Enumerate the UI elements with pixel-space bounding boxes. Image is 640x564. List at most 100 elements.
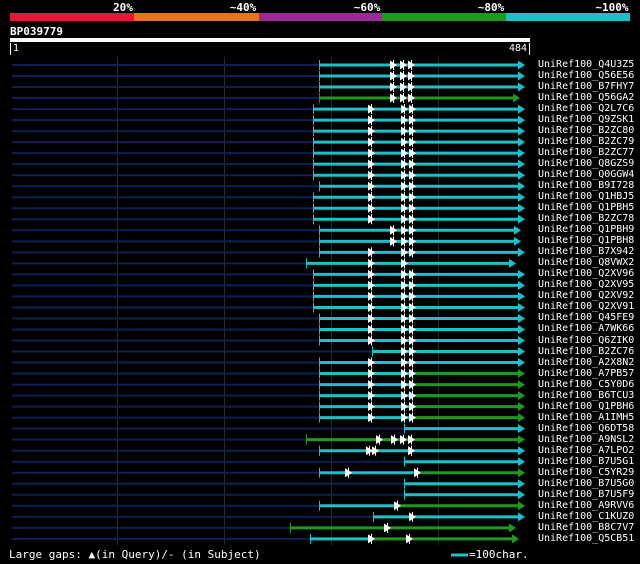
alignment-end-arrow [518, 424, 525, 434]
hit-name-link[interactable]: UniRef100_A7LPO2 [538, 445, 634, 456]
hit-name-link[interactable]: UniRef100_Q1HBJ5 [538, 191, 634, 202]
alignment-end-arrow [518, 148, 525, 158]
alignment-end-arrow [518, 291, 525, 301]
alignment-end-arrow [518, 71, 525, 81]
hit-row [12, 269, 525, 280]
hit-name-link[interactable]: UniRef100_Q2L7C6 [538, 103, 634, 114]
alignment-end-arrow [518, 435, 525, 445]
hit-name-link[interactable]: UniRef100_A7PB57 [538, 368, 634, 379]
hit-name-link[interactable]: UniRef100_Q8GZS9 [538, 158, 634, 169]
alignment-end-arrow [518, 313, 525, 323]
hit-row [12, 291, 525, 302]
hit-row [12, 445, 525, 456]
query-axis [10, 38, 530, 55]
hit-name-link[interactable]: UniRef100_Q2XV91 [538, 301, 634, 312]
hit-row [12, 379, 525, 390]
hit-name-link[interactable]: UniRef100_Q4U3Z5 [538, 59, 634, 70]
hit-name-link[interactable]: UniRef100_Q8VWX2 [538, 257, 634, 268]
hit-name-link[interactable]: UniRef100_Q1PBH6 [538, 401, 634, 412]
hit-name-link[interactable]: UniRef100_Q1PBH5 [538, 202, 634, 213]
alignment-end-arrow [518, 137, 525, 147]
hit-row [12, 489, 525, 500]
hit-row [12, 357, 525, 368]
alignment-end-arrow [518, 203, 525, 213]
hit-name-link[interactable]: UniRef100_B2ZC76 [538, 346, 634, 357]
hit-name-link[interactable]: UniRef100_Q56GA2 [538, 92, 634, 103]
hit-name-link[interactable]: UniRef100_Q1PBH9 [538, 224, 634, 235]
hit-row [12, 159, 525, 170]
hit-name-link[interactable]: UniRef100_A2X8N2 [538, 357, 634, 368]
hit-row [12, 401, 525, 412]
alignment-end-arrow [518, 181, 525, 191]
hit-name-link[interactable]: UniRef100_C5Y0D6 [538, 379, 634, 390]
alignment-end-arrow [518, 126, 525, 136]
alignment-end-arrow [518, 501, 525, 511]
alignment-end-arrow [518, 336, 525, 345]
hit-name-link[interactable]: UniRef100_Q6DT58 [538, 423, 634, 434]
hit-name-link[interactable]: UniRef100_B2ZC78 [538, 213, 634, 224]
scale-tick-label-5: ~100% [595, 1, 629, 14]
hit-row [12, 93, 520, 104]
hit-name-link[interactable]: UniRef100_A1IMH5 [538, 412, 634, 423]
hit-name-link[interactable]: UniRef100_B7U5F9 [538, 489, 634, 500]
hit-row [12, 203, 525, 214]
alignment-end-arrow [518, 446, 525, 456]
hit-name-link[interactable]: UniRef100_Q56E56 [538, 70, 634, 81]
hit-row [12, 148, 525, 159]
scale-segment-2 [134, 13, 259, 21]
hit-row [12, 390, 525, 401]
hit-name-link[interactable]: UniRef100_B7FHY7 [538, 81, 634, 92]
hit-name-link[interactable]: UniRef100_Q9ZSK1 [538, 114, 634, 125]
query-bar [10, 38, 530, 42]
hit-name-link[interactable]: UniRef100_Q6ZIK0 [538, 335, 634, 346]
hit-name-link[interactable]: UniRef100_A9NSL2 [538, 434, 634, 445]
hit-name-link[interactable]: UniRef100_Q5CB51 [538, 533, 634, 544]
scale-segment-3 [259, 13, 382, 21]
hit-name-link[interactable]: UniRef100_A9RVV6 [538, 500, 634, 511]
alignment-end-arrow [518, 302, 525, 312]
hit-name-link[interactable]: UniRef100_B8C7V7 [538, 522, 634, 533]
hit-row [12, 511, 525, 522]
alignment-end-arrow [518, 324, 525, 334]
hit-row [12, 335, 525, 346]
hit-name-link[interactable]: UniRef100_B7U5G0 [538, 478, 634, 489]
hit-name-link[interactable]: UniRef100_C1KUZ0 [538, 511, 634, 522]
hit-name-link[interactable]: UniRef100_Q2XV96 [538, 268, 634, 279]
query-id: BP039779 [10, 25, 63, 38]
scale-segment-4 [382, 13, 506, 21]
hit-name-link[interactable]: UniRef100_Q2XV95 [538, 279, 634, 290]
alignment-end-arrow [518, 490, 525, 500]
alignment-end-arrow [518, 280, 525, 290]
hit-name-link[interactable]: UniRef100_B2ZC79 [538, 136, 634, 147]
hit-name-link[interactable]: UniRef100_B6TCU3 [538, 390, 634, 401]
alignment-end-arrow [518, 479, 525, 489]
hit-row [12, 71, 525, 82]
hit-name-link[interactable]: UniRef100_B7U5G1 [538, 456, 634, 467]
hit-row [12, 346, 525, 357]
scale-tick-label-1: 20% [113, 1, 133, 14]
hit-name-link[interactable]: UniRef100_B2ZC80 [538, 125, 634, 136]
hit-name-link[interactable]: UniRef100_Q2XV92 [538, 290, 634, 301]
hit-row [12, 423, 525, 434]
alignment-end-arrow [518, 170, 525, 180]
hit-row [12, 478, 525, 489]
hit-row [12, 522, 516, 533]
hit-name-link[interactable]: UniRef100_B7X942 [538, 246, 634, 257]
hit-name-link[interactable]: UniRef100_A7WK66 [538, 323, 634, 334]
hit-name-link[interactable]: UniRef100_Q0GGW4 [538, 169, 634, 180]
hit-name-link[interactable]: UniRef100_Q1PBH8 [538, 235, 634, 246]
identity-color-scale [10, 13, 630, 21]
hit-name-link[interactable]: UniRef100_Q45FE9 [538, 312, 634, 323]
hit-row [12, 324, 525, 335]
alignment-end-arrow [518, 115, 525, 125]
hit-row [12, 82, 525, 93]
hit-name-link[interactable]: UniRef100_B2ZC77 [538, 147, 634, 158]
query-start-label: 1 [13, 43, 20, 54]
alignment-end-arrow [514, 236, 521, 246]
hit-row [12, 225, 521, 236]
alignment-end-arrow [518, 457, 525, 467]
scale-legend: =100char. [469, 548, 529, 561]
hit-name-link[interactable]: UniRef100_B9I728 [538, 180, 634, 191]
alignment-end-arrow [509, 258, 516, 268]
hit-name-link[interactable]: UniRef100_C5YR29 [538, 467, 634, 478]
